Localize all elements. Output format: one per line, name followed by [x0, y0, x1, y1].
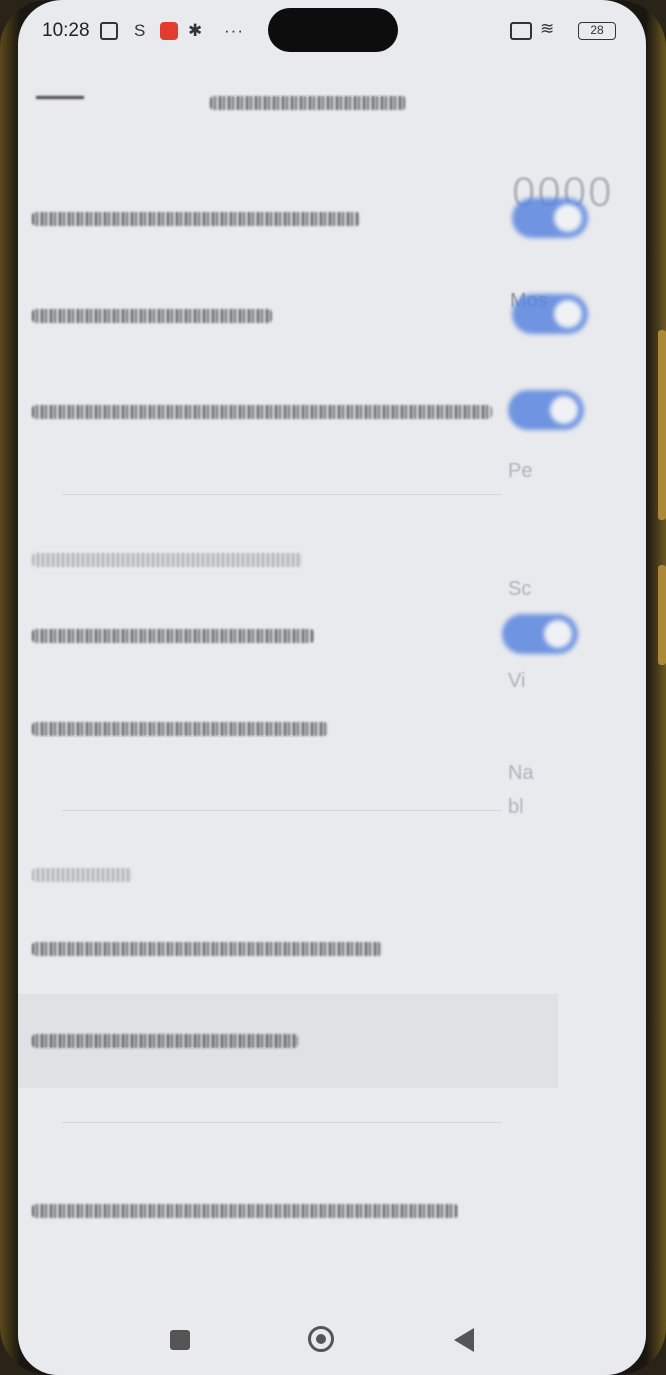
- setting-row-8-label[interactable]: [32, 1204, 458, 1218]
- wifi-icon: ≋: [540, 19, 555, 38]
- ghost-text-6: Na: [508, 762, 534, 784]
- no-sim-icon: [510, 22, 532, 40]
- recents-button[interactable]: [170, 1330, 190, 1350]
- back-button[interactable]: [454, 1328, 474, 1352]
- more-icon: ···: [224, 21, 244, 40]
- navigation-bar: [18, 1310, 646, 1374]
- back-arrow-icon[interactable]: [36, 96, 84, 99]
- toggle-1[interactable]: [512, 198, 588, 238]
- screen: 10:28 S ✱ ··· ≋ 28 0000 Mos Pe Sc Vi Na …: [18, 0, 646, 1375]
- toggle-4[interactable]: [502, 614, 578, 654]
- section-divider: [62, 1122, 502, 1123]
- setting-row-6-label[interactable]: [32, 942, 382, 956]
- ghost-text-3: Pe: [508, 460, 533, 482]
- ghost-text-4: Sc: [508, 578, 532, 600]
- volume-button: [658, 330, 666, 520]
- s-icon: S: [134, 21, 146, 40]
- setting-row-1-label: [32, 212, 360, 226]
- toggle-2[interactable]: [512, 294, 588, 334]
- status-bar: 10:28 S ✱ ··· ≋ 28: [18, 0, 646, 62]
- setting-row-5-label[interactable]: [32, 722, 328, 736]
- setting-row-2-label: [32, 309, 272, 323]
- setting-row-4-label: [32, 629, 314, 643]
- setting-row-3-label: [32, 405, 492, 419]
- section-header-2: [32, 553, 302, 567]
- status-time: 10:28: [42, 20, 90, 41]
- camera-cutout: [268, 8, 398, 52]
- power-button: [658, 565, 666, 665]
- gear-icon: ✱: [188, 21, 203, 40]
- ghost-text-7: bl: [508, 796, 524, 818]
- section-divider: [62, 810, 502, 811]
- page-title: [210, 96, 406, 110]
- section-divider: [62, 494, 502, 495]
- phone-frame: 10:28 S ✱ ··· ≋ 28 0000 Mos Pe Sc Vi Na …: [0, 0, 666, 1375]
- setting-row-7-label: [32, 1034, 298, 1048]
- ghost-text-5: Vi: [508, 670, 526, 692]
- nfc-icon: [100, 22, 118, 40]
- battery-icon: 28: [578, 22, 616, 40]
- toggle-3[interactable]: [508, 390, 584, 430]
- home-button[interactable]: [308, 1326, 334, 1352]
- mail-icon: [160, 22, 178, 40]
- section-header-3: [32, 868, 132, 882]
